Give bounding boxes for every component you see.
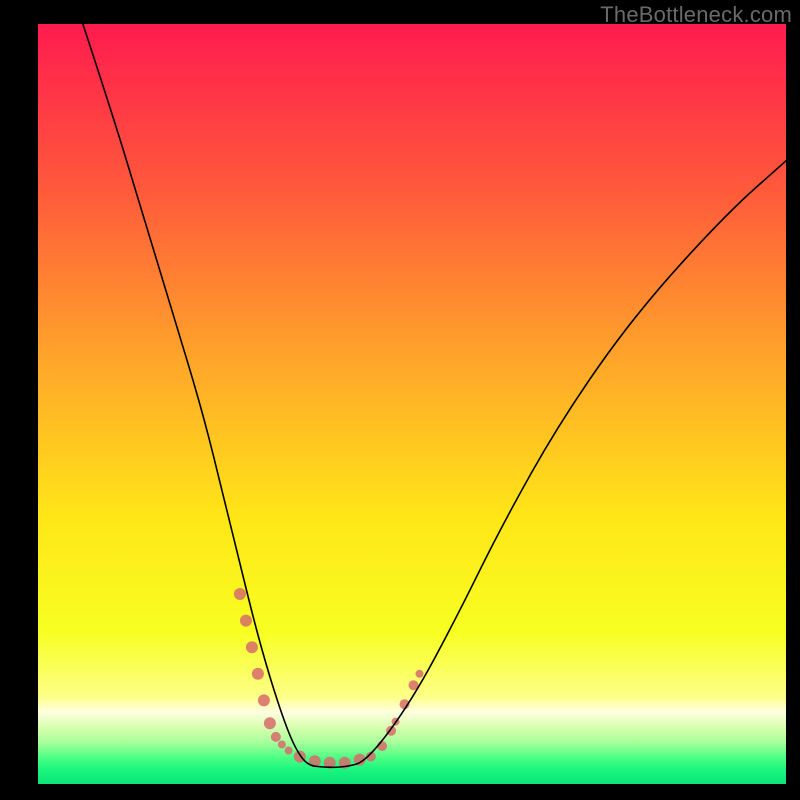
plot-area xyxy=(38,24,786,784)
watermark-text: TheBottleneck.com xyxy=(600,2,792,28)
chart-frame: TheBottleneck.com xyxy=(0,0,800,800)
marker-dot xyxy=(415,670,423,678)
marker-dot xyxy=(258,694,270,706)
marker-dot xyxy=(234,588,246,600)
marker-dot xyxy=(246,641,258,653)
marker-dot xyxy=(252,668,264,680)
marker-dot xyxy=(285,747,293,755)
marker-dot xyxy=(278,740,286,748)
chart-svg xyxy=(38,24,786,784)
gradient-background xyxy=(38,24,786,784)
marker-dot xyxy=(271,732,281,742)
marker-dot xyxy=(264,717,276,729)
marker-dot xyxy=(240,615,252,627)
